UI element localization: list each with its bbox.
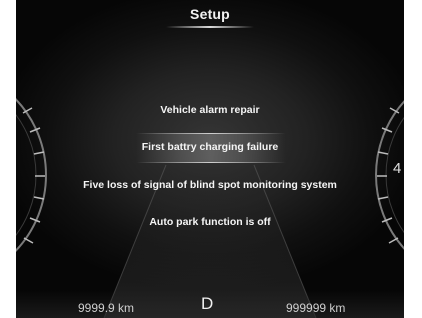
gear-indicator: D — [201, 294, 214, 313]
cluster-screen: 4 Setup Vehicle alarm repair First battr… — [16, 0, 404, 318]
trip-distance: 9999.9 km — [78, 301, 135, 315]
odometer: 999999 km — [286, 301, 346, 315]
message-item-blind-spot[interactable]: Five loss of signal of blind spot monito… — [16, 179, 404, 191]
selection-line-top — [136, 133, 286, 134]
selection-line-bottom — [136, 162, 286, 163]
message-item-battery-charging[interactable]: First battry charging failure — [16, 141, 404, 153]
message-item-auto-park[interactable]: Auto park function is off — [16, 216, 404, 228]
title-underline — [166, 26, 254, 28]
right-gauge-digit: 4 — [393, 160, 402, 177]
page-title: Setup — [190, 6, 230, 22]
message-item-vehicle-alarm[interactable]: Vehicle alarm repair — [16, 104, 404, 116]
